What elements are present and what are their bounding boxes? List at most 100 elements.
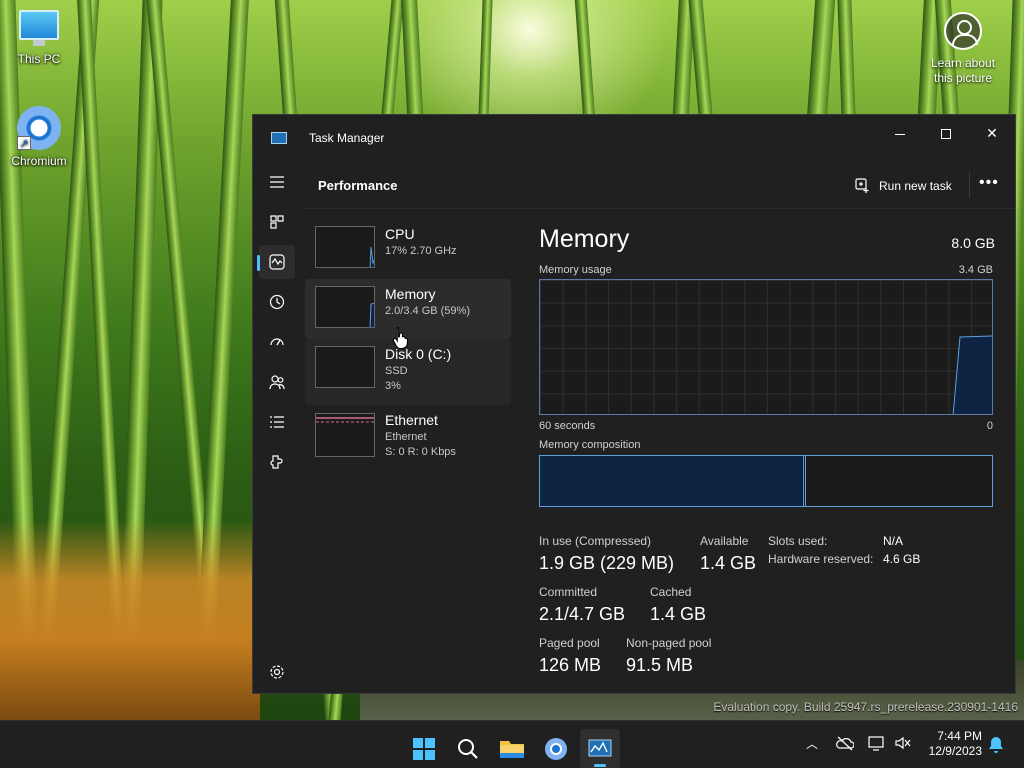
in-use-label: In use (Compressed) (539, 534, 652, 548)
desktop-icon-label: This PC (17, 52, 61, 66)
taskbar: ︿ 7:44 PM 12/9/2023 (0, 720, 1024, 768)
nav-menu-button[interactable] (259, 165, 295, 199)
users-icon (269, 375, 285, 390)
resource-name: Ethernet (385, 412, 438, 428)
details-icon (270, 416, 284, 428)
memory-usage-max: 3.4 GB (958, 264, 993, 276)
performance-icon (269, 254, 285, 270)
paged-pool-label: Paged pool (539, 636, 600, 650)
available-label: Available (700, 534, 749, 548)
minimize-icon (895, 133, 905, 135)
nav-users[interactable] (259, 365, 295, 399)
nav-details[interactable] (259, 405, 295, 439)
paged-pool-value: 126 MB (539, 655, 602, 675)
memory-usage-label: Memory usage (539, 264, 612, 276)
search-button[interactable] (448, 729, 488, 768)
memory-usage-graph (539, 279, 993, 415)
nav-app-history[interactable] (259, 285, 295, 319)
desktop-icon-label: Chromium (11, 154, 67, 168)
committed-label: Committed (539, 585, 598, 599)
start-button[interactable] (404, 729, 444, 768)
non-paged-pool-label: Non-paged pool (626, 636, 712, 650)
chevron-up-icon: ︿ (806, 737, 819, 751)
nav-processes[interactable] (259, 205, 295, 239)
nav-performance[interactable] (257, 245, 295, 279)
computer-icon (19, 10, 59, 46)
ethernet-thumbnail-graph (315, 413, 375, 457)
memory-thumbnail-graph (315, 286, 375, 328)
close-button[interactable]: ✕ (969, 119, 1015, 147)
nav-startup-apps[interactable] (259, 325, 295, 359)
cpu-thumbnail-graph (315, 226, 375, 268)
learn-about-line2: this picture (933, 71, 993, 85)
memory-total: 8.0 GB (951, 235, 995, 251)
graph-time-zero: 0 (986, 420, 993, 432)
more-icon: ••• (979, 174, 999, 191)
resource-item-cpu[interactable]: CPU 17% 2.70 GHz (305, 219, 511, 279)
maximize-button[interactable] (923, 119, 969, 147)
task-manager-icon (271, 132, 287, 144)
graph-time-span: 60 seconds (539, 420, 596, 432)
window-title: Task Manager (309, 131, 385, 145)
page-title: Performance (318, 178, 398, 193)
resource-detail: 2.0/3.4 GB (59%) (385, 305, 470, 317)
chromium-icon (545, 738, 567, 760)
run-new-task-label: Run new task (879, 179, 952, 193)
volume-muted-icon[interactable] (894, 735, 912, 751)
slots-used-value: N/A (883, 534, 904, 548)
chromium-taskbar-button[interactable] (536, 729, 576, 768)
memory-composition-bar (539, 455, 993, 507)
learn-about-line1: Learn about (930, 56, 996, 70)
run-new-task-icon (855, 178, 869, 193)
minimize-button[interactable] (877, 119, 923, 147)
processes-icon (270, 215, 284, 229)
page-header: Performance Run new task ••• (301, 159, 1015, 209)
title-bar[interactable]: Task Manager ✕ (253, 115, 1015, 159)
task-manager-window: Task Manager ✕ Performance Run new task … (252, 114, 1016, 694)
navigation-rail (253, 159, 301, 695)
desktop-icon-chromium[interactable]: ↗ Chromium (2, 106, 76, 168)
startup-apps-icon (270, 338, 284, 346)
resource-detail: 3% (385, 380, 401, 392)
more-options-button[interactable]: ••• (979, 174, 999, 192)
start-icon (413, 738, 435, 760)
services-icon (270, 455, 283, 469)
memory-composition-label: Memory composition (539, 439, 641, 451)
clock-time: 7:44 PM (937, 729, 982, 743)
settings-icon (270, 665, 284, 679)
notification-bell-icon[interactable] (988, 736, 1004, 754)
learn-about-picture[interactable]: Learn about this picture (918, 12, 1008, 86)
show-hidden-icons-button[interactable]: ︿ (806, 735, 818, 752)
slots-used-label: Slots used: (768, 534, 828, 548)
committed-value: 2.1/4.7 GB (539, 604, 626, 624)
search-icon (458, 739, 478, 759)
network-icon[interactable] (868, 735, 886, 751)
task-manager-icon (588, 739, 612, 757)
resource-detail: Ethernet (385, 431, 427, 443)
onedrive-icon[interactable] (836, 735, 854, 751)
disk-thumbnail-graph (315, 346, 375, 388)
detail-title: Memory (539, 225, 630, 253)
file-explorer-button[interactable] (492, 729, 532, 768)
nav-services[interactable] (259, 445, 295, 479)
cached-label: Cached (650, 585, 692, 599)
memory-usage-line (952, 335, 992, 414)
composition-modified (803, 456, 806, 506)
in-use-value: 1.9 GB (229 MB) (539, 553, 675, 573)
resource-detail: S: 0 R: 0 Kbps (385, 446, 456, 458)
file-explorer-icon (500, 741, 524, 758)
task-manager-taskbar-button[interactable] (580, 729, 620, 768)
desktop-icon-this-pc[interactable]: This PC (2, 10, 76, 66)
resource-item-ethernet[interactable]: Ethernet Ethernet S: 0 R: 0 Kbps (305, 405, 511, 465)
hand-cursor-icon (392, 327, 408, 349)
shortcut-arrow-icon: ↗ (17, 136, 31, 150)
clock[interactable]: 7:44 PM 12/9/2023 (929, 729, 982, 759)
resource-detail: SSD (385, 365, 408, 377)
non-paged-pool-value: 91.5 MB (626, 655, 694, 675)
close-icon: ✕ (986, 125, 998, 141)
resource-detail: 17% 2.70 GHz (385, 245, 457, 257)
run-new-task-button[interactable]: Run new task (855, 172, 970, 198)
available-value: 1.4 GB (700, 553, 757, 573)
nav-settings[interactable] (259, 655, 295, 689)
clock-date: 12/9/2023 (928, 744, 982, 758)
